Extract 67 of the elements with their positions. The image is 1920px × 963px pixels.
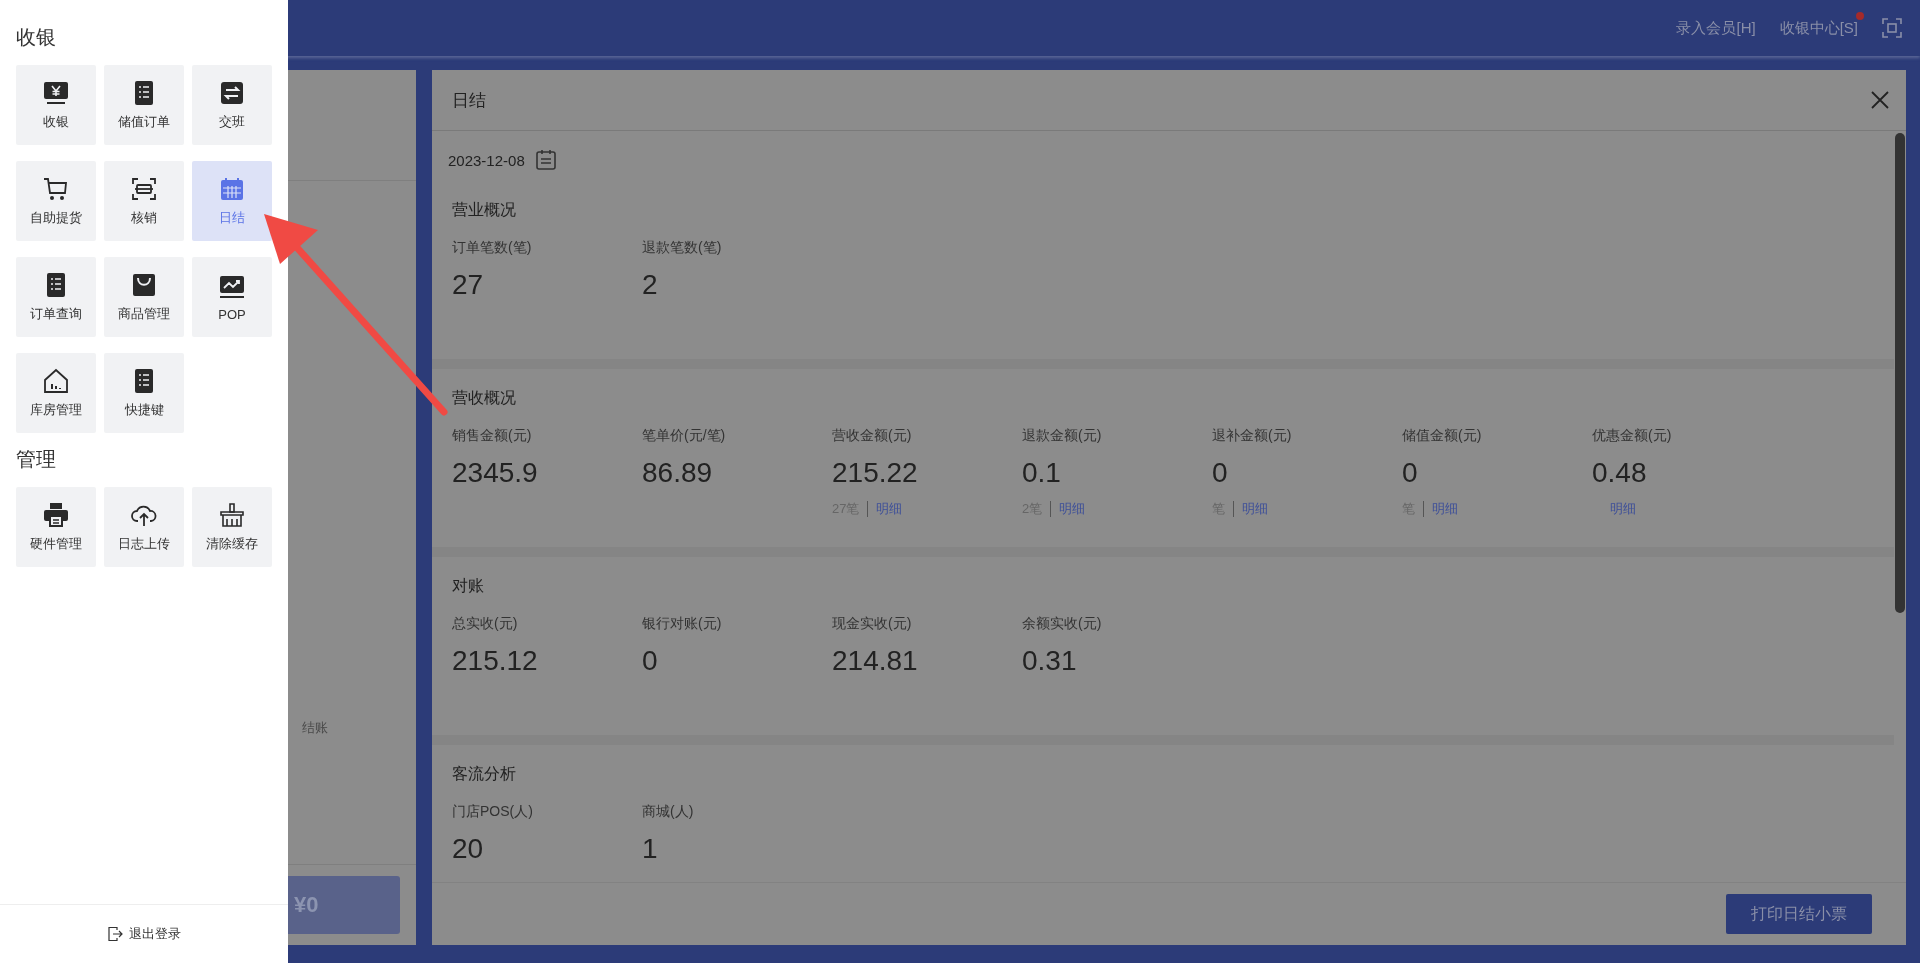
calendar-icon xyxy=(218,175,246,203)
menu-tile[interactable]: 商品管理 xyxy=(104,257,184,337)
menu-tile[interactable]: 储值订单 xyxy=(104,65,184,145)
group-title: 收银 xyxy=(16,25,57,49)
bag-icon xyxy=(130,271,158,299)
printer-icon xyxy=(42,501,70,529)
menu-tile[interactable]: 自助提货 xyxy=(16,161,96,241)
menu-tile[interactable]: 日志上传 xyxy=(104,487,184,567)
menu-tile[interactable]: POP xyxy=(192,257,272,337)
swap-icon xyxy=(218,79,246,107)
metric-label: 营收金额(元) xyxy=(832,426,913,445)
metric-label: 笔单价(元/笔) xyxy=(642,426,727,445)
menu-tile[interactable]: 硬件管理 xyxy=(16,487,96,567)
section-title: 对账 xyxy=(452,576,485,596)
metric-value: 215.22 xyxy=(832,456,919,490)
date-picker-icon[interactable] xyxy=(534,149,557,171)
date-text: 2023-12-08 xyxy=(448,151,525,169)
checkout-hint: 结账 xyxy=(302,719,328,737)
dialog-title: 日结 xyxy=(452,89,486,112)
logout-button[interactable]: 退出登录 xyxy=(101,924,187,944)
metric-value: 2 xyxy=(642,268,659,302)
monitor-icon xyxy=(42,79,70,107)
menu-tile[interactable]: 收银 xyxy=(16,65,96,145)
metric-label: 销售金额(元) xyxy=(452,426,533,445)
menu-tile[interactable]: 清除缓存 xyxy=(192,487,272,567)
metric-label: 门店POS(人) xyxy=(452,802,534,821)
metric-value: 0 xyxy=(1402,456,1419,490)
metric-value: 86.89 xyxy=(642,456,714,490)
metric-label: 退补金额(元) xyxy=(1212,426,1293,445)
metric-label: 退款金额(元) xyxy=(1022,426,1103,445)
metric-value: 215.12 xyxy=(452,644,539,678)
metric-label: 总实收(元) xyxy=(452,614,519,633)
cart-icon xyxy=(42,175,70,203)
menu-tile[interactable]: 库房管理 xyxy=(16,353,96,433)
brush-icon xyxy=(218,501,246,529)
menu-tile[interactable]: 订单查询 xyxy=(16,257,96,337)
metric-value: 0 xyxy=(642,644,659,678)
metric-label: 商城(人) xyxy=(642,802,695,821)
section-title: 客流分析 xyxy=(452,764,517,784)
section-title: 营收概况 xyxy=(452,388,517,408)
metric-value: 0.48 xyxy=(1592,456,1648,490)
metric-label: 储值金额(元) xyxy=(1402,426,1483,445)
metric-value: 0.31 xyxy=(1022,644,1078,678)
menu-tile[interactable]: 核销 xyxy=(104,161,184,241)
metric-label: 退款笔数(笔) xyxy=(642,238,723,257)
metric-label: 银行对账(元) xyxy=(642,614,723,633)
close-icon[interactable] xyxy=(1870,90,1890,110)
menu-tile[interactable]: 交班 xyxy=(192,65,272,145)
metric-label: 订单笔数(笔) xyxy=(452,238,533,257)
metric-value: 1 xyxy=(642,832,659,866)
logout-icon xyxy=(107,926,123,942)
metric-value: 0 xyxy=(1212,456,1229,490)
metric-value: 20 xyxy=(452,832,485,866)
scan-icon xyxy=(130,175,158,203)
menu-tile[interactable]: 快捷键 xyxy=(104,353,184,433)
group-title: 管理 xyxy=(16,447,57,471)
section-title: 营业概况 xyxy=(452,200,517,220)
metric-value: 27 xyxy=(452,268,485,302)
metric-value: 2345.9 xyxy=(452,456,539,490)
metric-label: 优惠金额(元) xyxy=(1592,426,1673,445)
fullscreen-icon[interactable] xyxy=(1882,18,1902,38)
metric-label: 余额实收(元) xyxy=(1022,614,1103,633)
house-icon xyxy=(42,367,70,395)
scrollbar[interactable] xyxy=(1895,133,1905,613)
metric-value: 214.81 xyxy=(832,644,919,678)
metric-value: 0.1 xyxy=(1022,456,1062,490)
metric-label: 现金实收(元) xyxy=(832,614,913,633)
